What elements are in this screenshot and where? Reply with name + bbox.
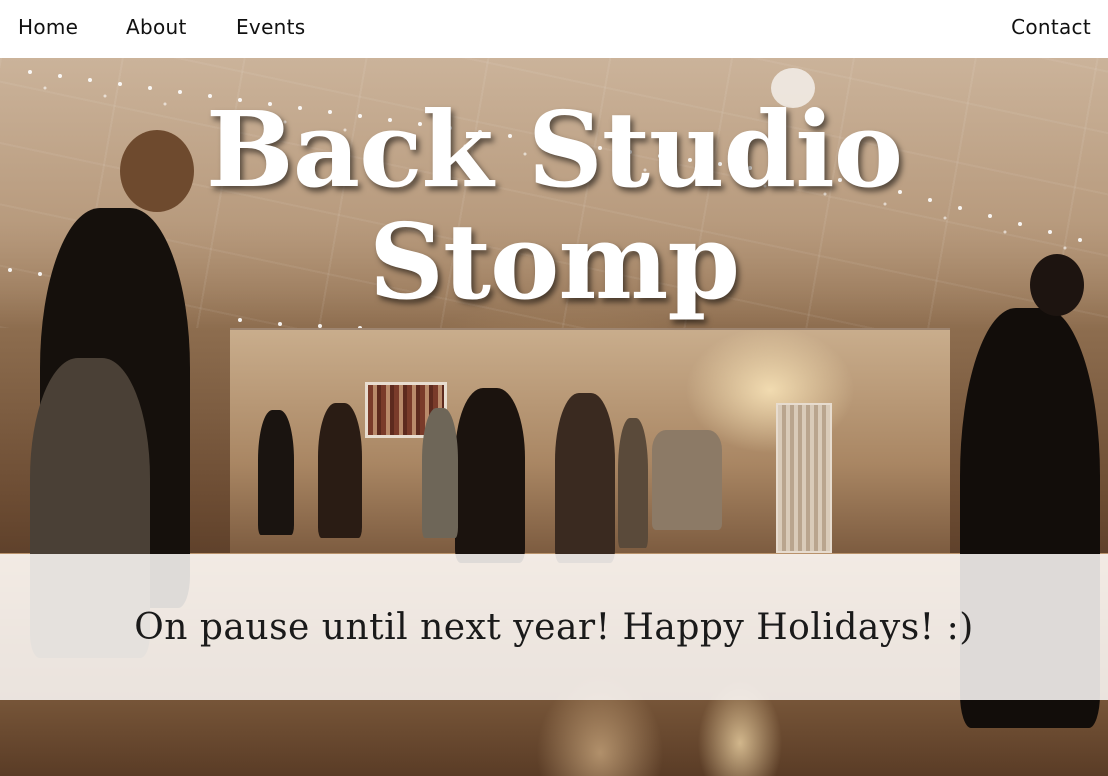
announcement-banner: On pause until next year! Happy Holidays… (0, 554, 1108, 700)
dancer-silhouette (258, 410, 294, 535)
nav-link-about[interactable]: About (126, 15, 187, 39)
hero-title-line-1: Back Studio (205, 88, 903, 211)
hero-title: Back Studio Stomp (0, 94, 1108, 318)
dancer-silhouette (555, 393, 615, 563)
top-navigation: Home About Events Contact (0, 0, 1108, 58)
nav-link-events[interactable]: Events (236, 15, 306, 39)
dancer-silhouette (422, 408, 458, 538)
nav-link-contact[interactable]: Contact (1011, 15, 1091, 39)
nav-link-home[interactable]: Home (18, 15, 78, 39)
hero-title-line-2: Stomp (368, 200, 740, 323)
dancer-silhouette (455, 388, 525, 563)
coat-rack (652, 430, 722, 530)
dancer-silhouette (618, 418, 648, 548)
hero-photo-curtain (776, 403, 832, 553)
announcement-text: On pause until next year! Happy Holidays… (134, 606, 974, 648)
dancer-silhouette (318, 403, 362, 538)
